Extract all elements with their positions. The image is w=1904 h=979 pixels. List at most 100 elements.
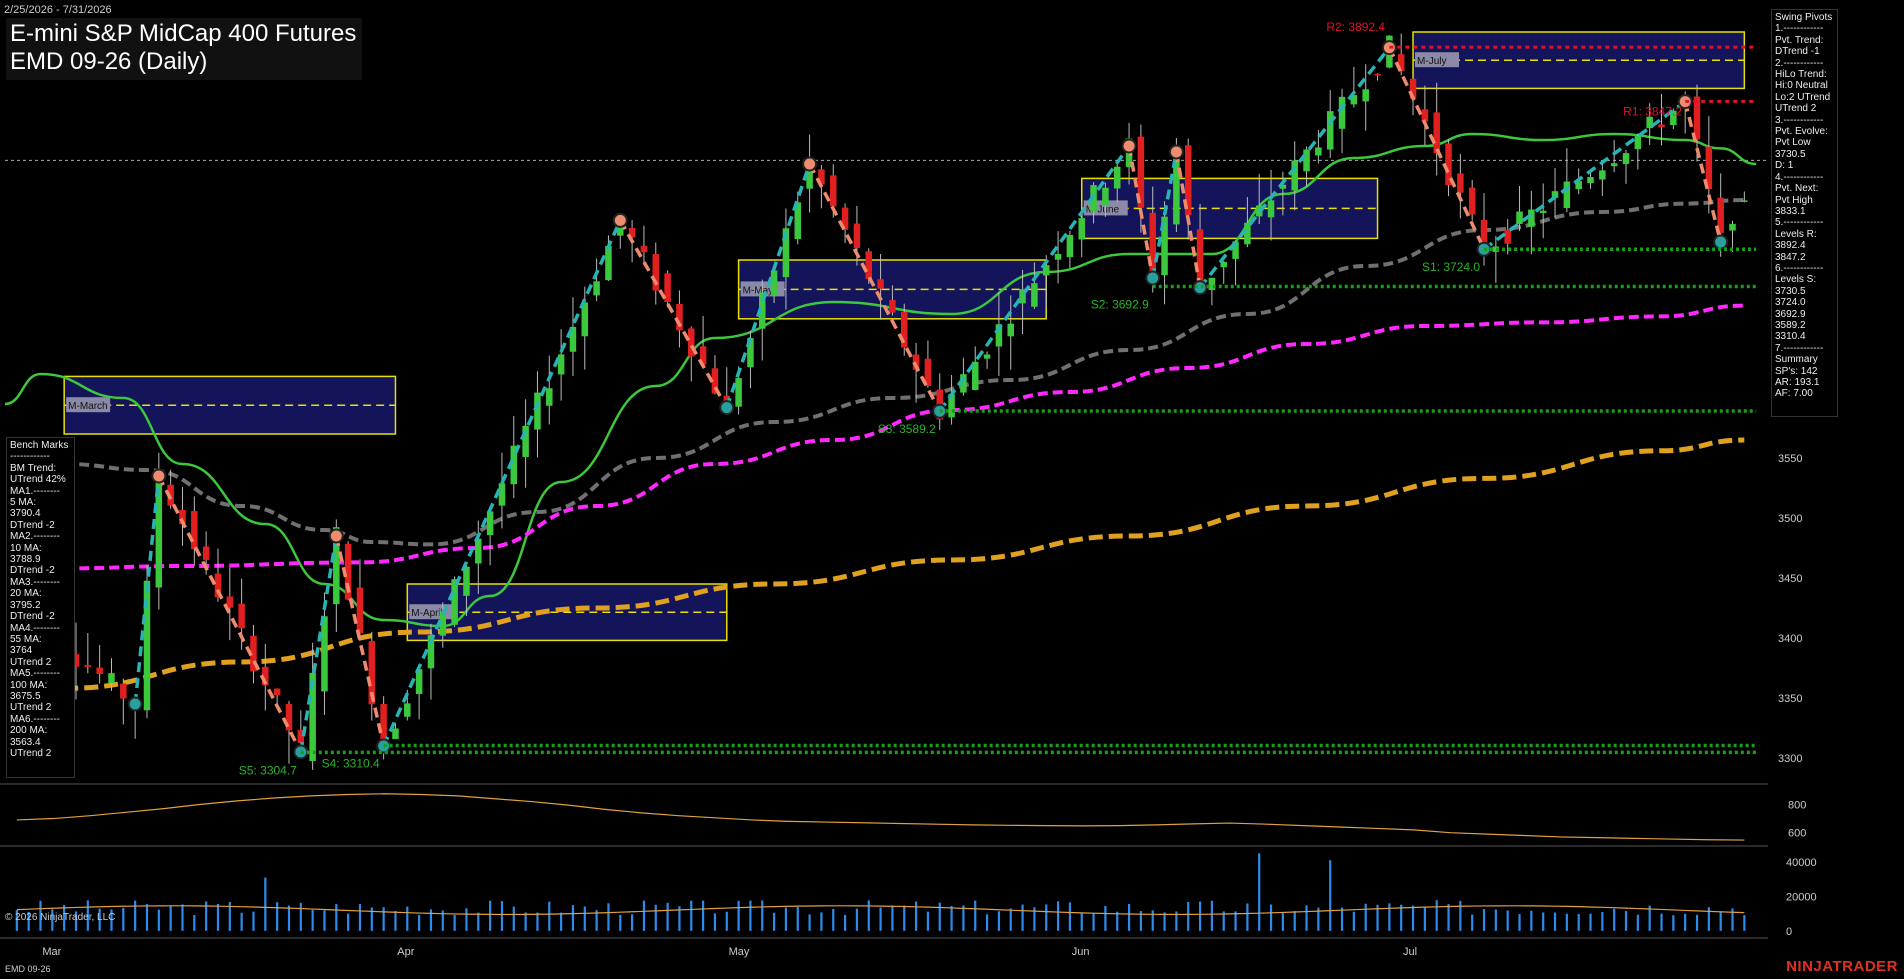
swing-pivot-dot bbox=[802, 156, 818, 172]
swing-pivot-dot bbox=[328, 528, 344, 544]
candle-body bbox=[1007, 323, 1014, 337]
indicator-tick-label: 800 bbox=[1788, 799, 1806, 811]
support-label: S1: 3724.0 bbox=[1422, 260, 1480, 274]
candle-body bbox=[1113, 166, 1121, 189]
candle-body bbox=[1516, 211, 1523, 224]
candle-body bbox=[1634, 136, 1642, 150]
candle-body bbox=[191, 511, 198, 550]
swing-panel-line: AF: 7.00 bbox=[1775, 388, 1813, 400]
candle-body bbox=[120, 683, 127, 699]
bench-panel-line: MA6.-------- bbox=[10, 713, 60, 725]
bench-panel-line: UTrend 2 bbox=[10, 656, 52, 668]
candle-body bbox=[451, 579, 458, 625]
swing-pivot-dot bbox=[1713, 234, 1729, 250]
candle-body bbox=[273, 688, 281, 696]
candle-body bbox=[1244, 222, 1251, 245]
candle-body bbox=[557, 354, 565, 375]
candle-body bbox=[605, 246, 612, 281]
candle-body bbox=[202, 546, 210, 560]
month-box-label: M-May bbox=[743, 285, 774, 296]
candle-body bbox=[830, 175, 837, 207]
candle-body bbox=[96, 667, 103, 674]
brand-logo: NINJATRADER bbox=[1786, 958, 1898, 975]
candle-body bbox=[1563, 181, 1571, 209]
swing-panel-line: Pvt Low bbox=[1775, 137, 1811, 149]
candle-body bbox=[1078, 218, 1085, 240]
candle-body bbox=[1539, 210, 1547, 213]
candle-body bbox=[1362, 89, 1369, 102]
swing-panel-line: HiLo Trend: bbox=[1775, 69, 1827, 81]
bench-panel-line: UTrend 2 bbox=[10, 702, 52, 714]
candle-body bbox=[392, 728, 399, 740]
month-box bbox=[63, 375, 397, 435]
candle-body bbox=[475, 538, 482, 564]
candle-body bbox=[1468, 187, 1476, 215]
candle-body bbox=[1658, 124, 1665, 128]
candle-body bbox=[534, 392, 541, 430]
candle-body bbox=[108, 673, 115, 684]
candle-body bbox=[84, 665, 92, 667]
candle-body bbox=[498, 483, 506, 506]
month-box-label: M-March bbox=[68, 401, 107, 412]
swing-panel-line: 1.------------ bbox=[1775, 23, 1824, 35]
candle-body bbox=[1587, 177, 1594, 184]
bench-panel-line: 3788.9 bbox=[10, 554, 41, 566]
swing-panel-line: Lo:2 UTrend bbox=[1775, 91, 1831, 103]
bench-panel-line: MA1.-------- bbox=[10, 485, 60, 497]
swing-pivot-dot bbox=[612, 212, 628, 228]
bench-panel-line: 20 MA: bbox=[10, 588, 42, 600]
candle-body bbox=[1267, 200, 1275, 218]
candle-body bbox=[1291, 160, 1298, 191]
month-box-label: M-July bbox=[1417, 56, 1446, 67]
swing-panel-line: 3730.5 bbox=[1775, 285, 1806, 297]
price-chart[interactable]: 3300335034003450350035503600365037003750… bbox=[0, 0, 1904, 979]
candle-body bbox=[404, 703, 411, 717]
copyright-text: © 2026 NinjaTrader, LLC bbox=[5, 912, 116, 923]
volume-tick-label: 20000 bbox=[1786, 891, 1817, 903]
support-label: S5: 3304.7 bbox=[239, 763, 297, 777]
swing-pivots-panel: Swing Pivots 1.------------ Pvt. Trend: DTr… bbox=[1771, 9, 1838, 417]
candle-body bbox=[1054, 254, 1062, 260]
candle-body bbox=[1102, 187, 1109, 206]
candle-body bbox=[1504, 229, 1511, 244]
price-tick-label: 3300 bbox=[1778, 753, 1802, 765]
swing-panel-line: 5.------------ bbox=[1775, 217, 1824, 229]
swing-panel-line: Pvt. Evolve: bbox=[1775, 126, 1828, 138]
candle-body bbox=[1599, 170, 1606, 180]
swing-panel-line: 3833.1 bbox=[1775, 205, 1806, 217]
candle-body bbox=[983, 354, 991, 359]
chart-title-box: E-mini S&P MidCap 400 Futures EMD 09-26 … bbox=[6, 18, 362, 80]
swing-panel-line: UTrend 2 bbox=[1775, 103, 1817, 115]
chart-background bbox=[0, 0, 1904, 979]
bench-panel-line: MA5.-------- bbox=[10, 668, 60, 680]
candle-body bbox=[770, 270, 778, 296]
swing-panel-line: 6.------------ bbox=[1775, 262, 1824, 274]
swing-pivot-dot bbox=[127, 696, 143, 712]
candle-body bbox=[1741, 200, 1748, 202]
bench-panel-line: Bench Marks bbox=[10, 440, 69, 451]
bench-panel-line: 55 MA: bbox=[10, 633, 42, 645]
candle-body bbox=[1622, 153, 1630, 165]
bench-panel-line: MA2.-------- bbox=[10, 531, 60, 543]
symbol-footer: EMD 09-26 bbox=[5, 964, 51, 974]
x-axis-label: Jul bbox=[1403, 946, 1417, 958]
bench-panel-line: 3790.4 bbox=[10, 508, 41, 520]
swing-panel-line: SP's: 142 bbox=[1775, 365, 1818, 377]
bench-panel-line: DTrend -2 bbox=[10, 519, 55, 531]
bench-panel-line: 100 MA: bbox=[10, 679, 48, 691]
price-tick-label: 3400 bbox=[1778, 633, 1802, 645]
bench-panel-line: DTrend -2 bbox=[10, 611, 55, 623]
candle-body bbox=[356, 587, 364, 634]
candle-body bbox=[735, 378, 742, 407]
candle-body bbox=[546, 388, 553, 406]
candle-body bbox=[889, 300, 896, 313]
candle-body bbox=[1338, 96, 1346, 129]
candle-body bbox=[522, 425, 529, 457]
swing-panel-line: Pvt High bbox=[1775, 194, 1813, 206]
candle-body bbox=[1326, 111, 1334, 150]
chart-title: E-mini S&P MidCap 400 Futures bbox=[10, 20, 357, 47]
month-box bbox=[1412, 31, 1746, 90]
swing-panel-line: 3692.9 bbox=[1775, 308, 1806, 320]
swing-panel-line: AR: 193.1 bbox=[1775, 377, 1820, 388]
candle-body bbox=[321, 616, 328, 692]
